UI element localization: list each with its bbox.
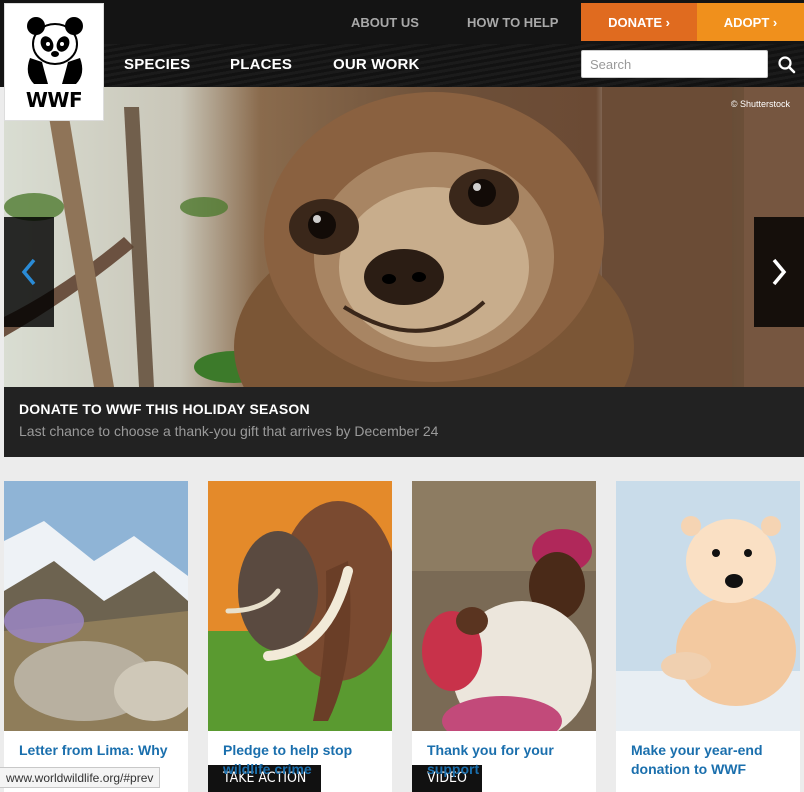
hero-caption[interactable]: DONATE TO WWF THIS HOLIDAY SEASON Last c… bbox=[4, 387, 804, 457]
next-slide-button[interactable] bbox=[754, 217, 804, 327]
card-lima[interactable]: Letter from Lima: Why bbox=[4, 481, 188, 792]
mountain-photo bbox=[4, 481, 188, 731]
hero-title: DONATE TO WWF THIS HOLIDAY SEASON bbox=[19, 401, 310, 417]
wwf-logo[interactable]: WWF bbox=[4, 3, 104, 121]
card-pledge[interactable]: TAKE ACTION Pledge to help stop wildlife… bbox=[208, 481, 392, 792]
card-year-end[interactable]: Make your year-end donation to WWF bbox=[616, 481, 800, 792]
polar-bear-photo bbox=[616, 481, 800, 731]
donate-button[interactable]: DONATE › bbox=[581, 3, 697, 41]
card-title: Thank you for your support bbox=[427, 742, 554, 777]
elephant-photo bbox=[208, 481, 392, 731]
card-thank-you[interactable]: VIDEO Thank you for your support bbox=[412, 481, 596, 792]
search-icon bbox=[778, 56, 796, 74]
card-image bbox=[208, 481, 392, 731]
logo-text: WWF bbox=[25, 88, 83, 112]
sloth-photo bbox=[4, 87, 804, 387]
search-input[interactable] bbox=[581, 50, 768, 78]
browser-status-bar: www.worldwildlife.org/#prev bbox=[0, 767, 161, 788]
adopt-button[interactable]: ADOPT › bbox=[697, 3, 804, 41]
chevron-right-icon bbox=[772, 258, 787, 286]
nav-our-work[interactable]: OUR WORK bbox=[333, 56, 420, 73]
chevron-left-icon bbox=[21, 258, 36, 286]
card-image bbox=[616, 481, 800, 731]
photo-credit: © Shutterstock bbox=[730, 99, 790, 109]
card-title: Letter from Lima: Why bbox=[19, 742, 168, 758]
card-image bbox=[4, 481, 188, 731]
prev-slide-button[interactable] bbox=[4, 217, 54, 327]
panda-logo bbox=[27, 17, 83, 84]
card-title: Pledge to help stop wildlife crime bbox=[223, 742, 353, 777]
card-image bbox=[412, 481, 596, 731]
search-button[interactable] bbox=[774, 52, 800, 78]
nav-species[interactable]: SPECIES bbox=[124, 56, 190, 73]
how-to-help-link[interactable]: HOW TO HELP bbox=[467, 0, 558, 44]
nav-places[interactable]: PLACES bbox=[230, 56, 292, 73]
hero-subtitle: Last chance to choose a thank-you gift t… bbox=[19, 423, 439, 439]
hero-slide[interactable]: © Shutterstock bbox=[4, 87, 804, 387]
about-us-link[interactable]: ABOUT US bbox=[351, 0, 419, 44]
woman-photo bbox=[412, 481, 596, 731]
card-title: Make your year-end donation to WWF bbox=[631, 742, 763, 777]
